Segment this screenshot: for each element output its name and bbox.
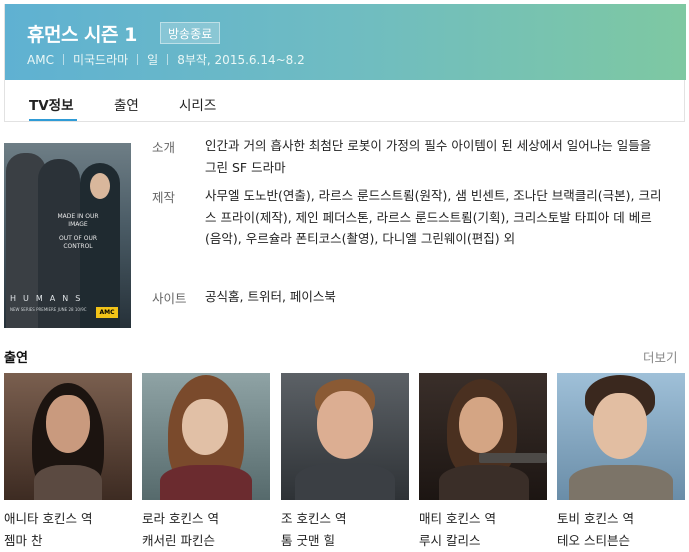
intro-text: 인간과 거의 흡사한 최첨단 로봇이 가정의 필수 아이템이 된 세상에서 일어…	[205, 138, 652, 175]
tab-series[interactable]: 시리즈	[179, 94, 216, 114]
cast-role: 애니타 호킨스 역	[4, 511, 93, 526]
meta-divider	[137, 54, 139, 65]
site-label: 사이트	[152, 291, 187, 306]
show-header-card: 휴먼스 시즌 1 방송종료 AMC 미국드라마 일 8부작, 2015.6.14~8.…	[4, 4, 686, 122]
network-logo: AMC	[96, 307, 118, 318]
active-tab-indicator	[29, 119, 77, 121]
meta-divider	[62, 54, 64, 65]
poster-tagline-line: OUT OF OUR	[58, 235, 98, 242]
poster-tagline-line: IMAGE	[68, 221, 88, 228]
cast-photo[interactable]	[4, 373, 132, 500]
poster-face	[90, 173, 110, 199]
show-poster[interactable]: MADE IN OUR IMAGE OUT OF OUR CONTROL HUM…	[4, 143, 131, 328]
meta-divider	[167, 54, 169, 65]
poster-tagline-line: MADE IN OUR	[57, 213, 99, 220]
cast-role: 토비 호킨스 역	[557, 511, 634, 526]
cast-name[interactable]: 젬마 찬	[4, 530, 42, 549]
credits-label: 제작	[152, 190, 176, 205]
cast-name[interactable]: 루시 칼리스	[419, 530, 480, 549]
site-links[interactable]: 공식홈, 트위터, 페이스북	[205, 286, 663, 308]
poster-tagline-line: CONTROL	[63, 243, 93, 250]
meta-genre: 미국드라마	[72, 53, 129, 67]
show-hero-banner: 휴먼스 시즌 1 방송종료 AMC 미국드라마 일 8부작, 2015.6.14~8.…	[5, 4, 686, 80]
tab-cast[interactable]: 출연	[114, 94, 139, 114]
tab-tv-info[interactable]: TV정보	[29, 94, 74, 114]
show-title: 휴먼스 시즌 1	[27, 24, 137, 46]
cast-name[interactable]: 테오 스티븐슨	[557, 530, 630, 549]
cast-photo[interactable]	[557, 373, 685, 500]
cast-photo[interactable]	[142, 373, 270, 500]
credits-text: 사무엘 도노반(연출), 라르스 룬드스트룀(원작), 샘 빈센트, 조나단 브…	[205, 188, 662, 246]
cast-role: 매티 호킨스 역	[419, 511, 496, 526]
meta-day: 일	[147, 53, 159, 67]
poster-brand: HUMANS	[10, 294, 88, 303]
cast-photo[interactable]	[281, 373, 409, 500]
cast-role: 조 호킨스 역	[281, 511, 347, 526]
cast-role: 로라 호킨스 역	[142, 511, 219, 526]
intro-label: 소개	[152, 140, 176, 155]
cast-name[interactable]: 캐서린 파킨슨	[142, 530, 215, 549]
more-link[interactable]: 더보기	[643, 347, 678, 366]
show-meta: AMC 미국드라마 일 8부작, 2015.6.14~8.2	[27, 51, 305, 68]
status-badge: 방송종료	[160, 22, 221, 44]
meta-episodes-dates: 8부작, 2015.6.14~8.2	[177, 53, 305, 67]
tab-bar: TV정보 출연 시리즈	[5, 80, 686, 122]
cast-section-title: 출연	[4, 351, 28, 366]
cast-photo[interactable]	[419, 373, 547, 500]
meta-network[interactable]: AMC	[27, 53, 54, 67]
cast-name[interactable]: 톰 굿맨 힐	[281, 530, 335, 549]
poster-brand-sub: NEW SERIES PREMIERE JUNE 28 10/9C	[10, 307, 87, 312]
